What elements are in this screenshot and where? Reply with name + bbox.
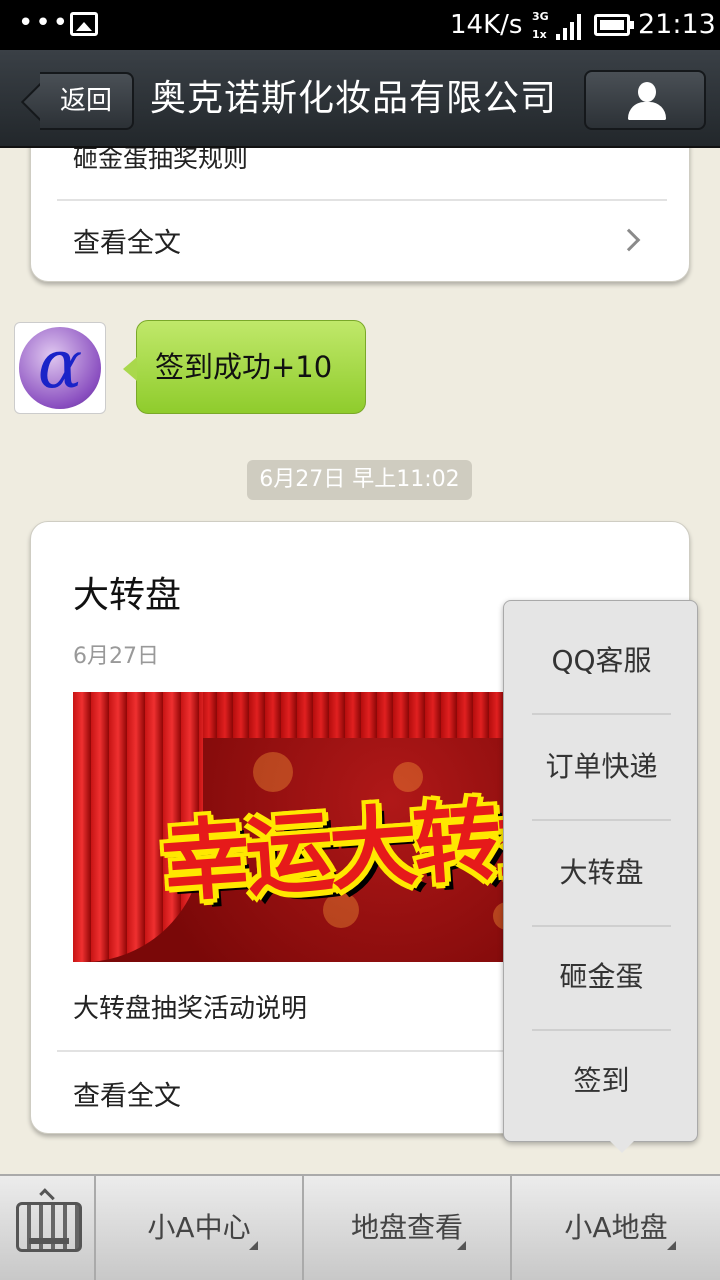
profile-button[interactable] xyxy=(584,70,706,130)
more-notifications-icon: ••• xyxy=(18,8,71,38)
status-bar: ••• 14K/s 3G 1x 21:13 xyxy=(0,0,720,50)
title-bar: 返回 奥克诺斯化妆品有限公司 xyxy=(0,50,720,148)
tab-xiaoa-center[interactable]: 小A中心 xyxy=(96,1176,304,1280)
gallery-icon xyxy=(70,12,98,36)
network-speed: 14K/s xyxy=(450,10,523,40)
network-type-3g: 3G xyxy=(532,10,549,23)
read-all-link[interactable]: 查看全文 xyxy=(73,221,181,260)
tab-label: 小A中心 xyxy=(147,1211,251,1244)
message-text: 签到成功+10 xyxy=(155,350,333,384)
article-date: 6月27日 xyxy=(73,644,159,669)
message-timestamp: 6月27日 早上11:02 xyxy=(247,460,472,500)
keyboard-toggle-button[interactable] xyxy=(0,1176,96,1280)
battery-icon xyxy=(594,14,634,36)
back-button-label: 返回 xyxy=(40,72,134,130)
menu-item-golden-egg[interactable]: 砸金蛋 xyxy=(504,925,699,1029)
read-all-link[interactable]: 查看全文 xyxy=(73,1074,181,1113)
page-title: 奥克诺斯化妆品有限公司 xyxy=(150,78,558,119)
clock: 21:13 xyxy=(638,9,716,40)
submenu-indicator-icon xyxy=(249,1241,258,1250)
person-icon xyxy=(628,82,666,120)
menu-item-order-delivery[interactable]: 订单快递 xyxy=(504,715,699,819)
signal-icon: 3G 1x xyxy=(532,8,588,42)
tab-xiaoa-territory[interactable]: 小A地盘 xyxy=(512,1176,720,1280)
popup-menu: QQ客服 订单快递 大转盘 砸金蛋 签到 xyxy=(503,600,699,1153)
menu-item-check-in[interactable]: 签到 xyxy=(504,1029,699,1133)
message-bubble[interactable]: 签到成功+10 xyxy=(123,320,366,414)
tab-label: 小A地盘 xyxy=(564,1211,668,1244)
keyboard-icon xyxy=(16,1202,82,1252)
avatar[interactable]: α xyxy=(14,322,106,414)
article-title: 大转盘 xyxy=(73,575,182,616)
tab-territory-view[interactable]: 地盘查看 xyxy=(304,1176,512,1280)
network-type-1x: 1x xyxy=(532,28,547,41)
submenu-indicator-icon xyxy=(457,1241,466,1250)
article-summary: 大转盘抽奖活动说明 xyxy=(73,994,308,1024)
alpha-logo-icon: α xyxy=(37,326,83,403)
tab-label: 地盘查看 xyxy=(350,1211,463,1244)
card-divider xyxy=(57,199,667,201)
menu-item-wheel[interactable]: 大转盘 xyxy=(504,821,699,925)
submenu-indicator-icon xyxy=(667,1241,676,1250)
chevron-right-icon xyxy=(617,228,641,252)
back-button[interactable]: 返回 xyxy=(12,72,134,130)
menu-item-qq-service[interactable]: QQ客服 xyxy=(504,609,699,713)
bottom-menu-bar: 小A中心 地盘查看 小A地盘 xyxy=(0,1174,720,1280)
